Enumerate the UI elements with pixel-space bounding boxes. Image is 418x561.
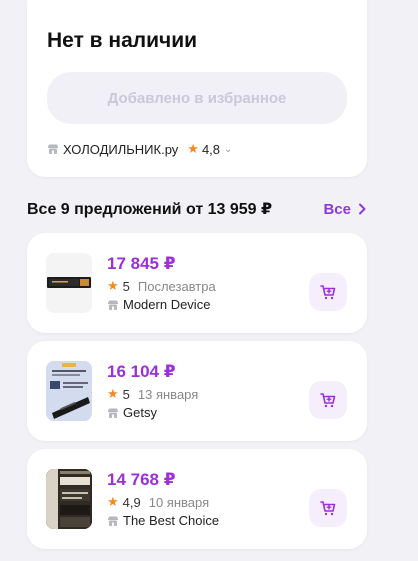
product-image — [46, 361, 92, 421]
shop-info[interactable]: ХОЛОДИЛЬНИК.ру ★ 4,8 ⌄ — [47, 140, 232, 158]
shop-icon — [48, 144, 58, 154]
shop-rating: 4,8 — [201, 141, 221, 157]
offer-seller[interactable]: Getsy — [107, 405, 157, 420]
add-to-cart-button[interactable] — [309, 381, 347, 419]
shop-icon — [108, 300, 118, 310]
star-icon: ★ — [107, 278, 119, 293]
offer-seller[interactable]: Modern Device — [107, 297, 210, 312]
shop-name: ХОЛОДИЛЬНИК.ру — [63, 141, 179, 157]
offer-meta: ★ 5 Послезавтра — [107, 278, 216, 294]
favorite-button[interactable]: Добавлено в избранное — [47, 72, 347, 124]
offer-rating: 5 — [122, 386, 130, 402]
add-to-cart-button[interactable] — [309, 489, 347, 527]
star-icon: ★ — [107, 494, 119, 509]
all-offers-label: Все — [323, 200, 351, 218]
shop-icon — [108, 408, 118, 418]
star-icon: ★ — [107, 386, 119, 401]
offer-card[interactable]: 17 845 ₽ ★ 5 Послезавтра Modern Device — [27, 233, 367, 333]
availability-card: Нет в наличии Добавлено в избранное ХОЛО… — [27, 0, 367, 177]
offer-delivery: 13 января — [137, 386, 199, 402]
cart-icon — [320, 501, 336, 516]
offers-header: Все 9 предложений от 13 959 ₽ Все — [27, 199, 367, 219]
offer-price: 16 104 ₽ — [107, 362, 176, 381]
offers-title: Все 9 предложений от 13 959 ₽ — [27, 201, 273, 218]
offer-price: 17 845 ₽ — [107, 254, 176, 273]
shop-icon — [108, 516, 118, 526]
chevron-right-icon — [359, 203, 366, 215]
offer-delivery: 10 января — [148, 494, 210, 510]
availability-title: Нет в наличии — [47, 29, 198, 52]
all-offers-link[interactable]: Все — [323, 201, 367, 218]
offer-rating: 5 — [122, 278, 130, 294]
offer-price: 14 768 ₽ — [107, 470, 176, 489]
chevron-down-icon: ⌄ — [224, 143, 233, 155]
seller-name: The Best Choice — [123, 513, 220, 528]
seller-name: Getsy — [123, 405, 157, 420]
cart-icon — [320, 285, 336, 300]
offer-card[interactable]: 14 768 ₽ ★ 4,9 10 января The Best Choice — [27, 449, 367, 549]
cart-icon — [320, 393, 336, 408]
product-image — [46, 469, 92, 529]
offer-card[interactable]: 16 104 ₽ ★ 5 13 января Getsy — [27, 341, 367, 441]
add-to-cart-button[interactable] — [309, 273, 347, 311]
offer-meta: ★ 4,9 10 января — [107, 494, 209, 510]
seller-name: Modern Device — [123, 297, 211, 312]
offer-meta: ★ 5 13 января — [107, 386, 198, 402]
offer-rating: 4,9 — [122, 494, 141, 510]
offer-delivery: Послезавтра — [137, 278, 216, 294]
star-icon: ★ — [187, 141, 199, 156]
offer-seller[interactable]: The Best Choice — [107, 513, 219, 528]
product-image — [46, 253, 92, 313]
